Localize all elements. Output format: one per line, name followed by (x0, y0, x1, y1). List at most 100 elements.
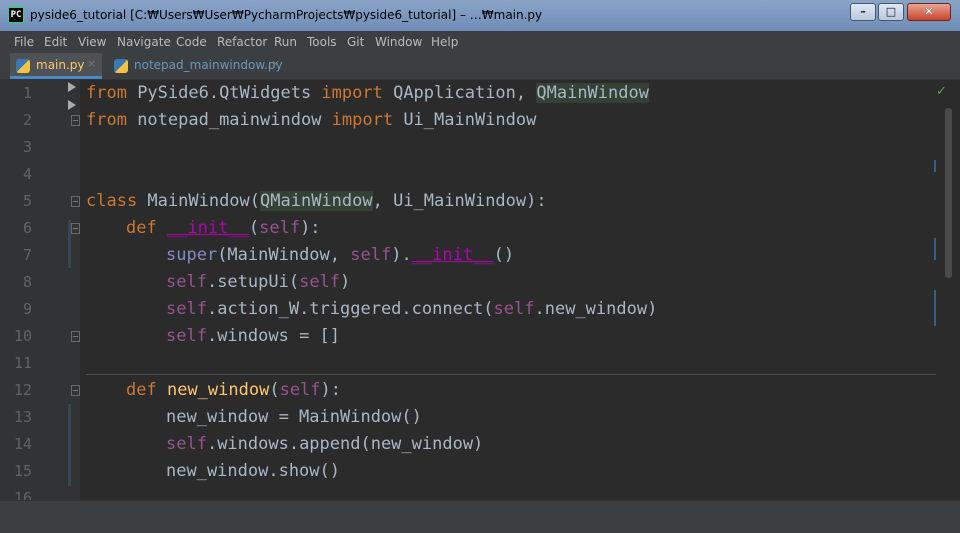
status-bar (0, 500, 960, 533)
maximize-button[interactable]: □ (878, 3, 904, 21)
tab-main-py[interactable]: main.py × (10, 53, 102, 79)
code-line-7: super(MainWindow, self).__init__() (166, 242, 514, 269)
inspection-ok-icon[interactable]: ✓ (936, 84, 948, 99)
menu-code[interactable]: Code (176, 35, 207, 49)
line-number: 6 (22, 219, 32, 237)
code-text: ): (320, 380, 342, 400)
line-number: 9 (22, 300, 32, 318)
line-number: 2 (22, 111, 32, 129)
run-arrow-icon[interactable] (68, 100, 76, 110)
keyword: from (86, 83, 127, 103)
window-titlebar[interactable]: PC pyside6_tutorial [C:₩Users₩User₩Pycha… (0, 0, 960, 32)
close-icon: ✕ (924, 5, 934, 18)
fold-icon[interactable] (71, 331, 80, 342)
code-text-highlighted: QMainWindow (260, 191, 373, 211)
code-line-5: class MainWindow(QMainWindow, Ui_MainWin… (86, 188, 547, 215)
code-text: ): (300, 218, 321, 238)
self-keyword: self (299, 272, 341, 292)
self-keyword: self (166, 299, 207, 319)
menu-navigate[interactable]: Navigate (117, 35, 171, 49)
self-keyword: self (166, 434, 207, 454)
code-line-12: def new_window(self): (126, 377, 341, 404)
change-marker[interactable] (934, 160, 936, 172)
self-keyword: self (259, 218, 301, 238)
close-button[interactable]: ✕ (907, 3, 951, 21)
code-text: ). (391, 245, 412, 265)
menu-run[interactable]: Run (274, 35, 297, 49)
line-number: 13 (13, 408, 32, 426)
minimize-button[interactable]: – (850, 3, 876, 21)
line-number: 11 (13, 354, 32, 372)
code-text: , Ui_MainWindow): (372, 191, 547, 211)
menu-git[interactable]: Git (347, 35, 364, 49)
keyword: def (126, 218, 157, 238)
pycharm-app-icon: PC (8, 7, 24, 23)
tab-close-icon[interactable]: × (271, 57, 280, 70)
vertical-scrollbar-thumb[interactable] (945, 108, 952, 278)
self-keyword: self (279, 380, 321, 400)
code-text: ( (269, 380, 280, 400)
code-text: .windows = [] (206, 326, 341, 346)
code-editor[interactable]: from PySide6.QtWidgets import QApplicati… (80, 80, 936, 500)
code-line-8: self.setupUi(self) (166, 269, 350, 296)
builtin: super (166, 245, 218, 265)
menu-refactor[interactable]: Refactor (217, 35, 267, 49)
fold-icon[interactable] (71, 385, 80, 396)
code-text: .windows.append(new_window) (206, 434, 484, 454)
code-line-13: new_window = MainWindow() (166, 404, 422, 431)
tab-label: notepad_mainwindow.py (134, 58, 283, 72)
change-marker[interactable] (934, 290, 936, 326)
code-text: .action_W.triggered.connect( (206, 299, 494, 319)
code-line-15: new_window.show() (166, 458, 340, 485)
python-file-icon (16, 59, 30, 73)
code-text-highlighted: QMainWindow (536, 83, 649, 103)
code-line-14: self.windows.append(new_window) (166, 431, 483, 458)
python-file-icon (114, 59, 128, 73)
keyword: def (126, 380, 157, 400)
menu-help[interactable]: Help (431, 35, 458, 49)
code-text: .new_window) (534, 299, 658, 319)
self-keyword: self (493, 299, 535, 319)
menu-window[interactable]: Window (375, 35, 422, 49)
menu-file[interactable]: File (14, 35, 34, 49)
line-number: 10 (13, 327, 32, 345)
code-text: ) (340, 272, 351, 292)
vcs-change-marker[interactable] (68, 220, 71, 268)
line-number: 7 (22, 246, 32, 264)
line-number-gutter[interactable]: 1 2 3 4 5 6 7 8 9 10 11 12 13 14 15 16 (0, 80, 80, 507)
code-text: new_window = MainWindow() (166, 407, 422, 427)
method-separator (86, 374, 936, 375)
fold-icon[interactable] (71, 196, 80, 207)
code-text: () (493, 245, 515, 265)
code-line-10: self.windows = [] (166, 323, 340, 350)
run-arrow-icon[interactable] (68, 82, 76, 92)
magic-method: __init__ (166, 218, 249, 238)
menu-view[interactable]: View (78, 35, 106, 49)
code-text: PySide6.QtWidgets (126, 83, 322, 103)
keyword: class (86, 191, 138, 211)
editor-tab-bar: main.py × notepad_mainwindow.py × (0, 53, 960, 80)
code-line-6: def __init__(self): (126, 215, 321, 242)
change-marker[interactable] (934, 238, 936, 260)
menu-bar: File Edit View Navigate Code Refactor Ru… (0, 31, 960, 53)
line-number: 14 (13, 435, 32, 453)
fold-icon[interactable] (71, 223, 80, 234)
window-title: pyside6_tutorial [C:₩Users₩User₩PycharmP… (30, 8, 543, 22)
menu-tools[interactable]: Tools (307, 35, 337, 49)
line-number: 1 (22, 84, 32, 102)
line-number: 4 (22, 165, 32, 183)
keyword: import (321, 83, 383, 103)
vcs-change-marker[interactable] (68, 404, 71, 486)
fold-icon[interactable] (71, 115, 80, 126)
line-number: 8 (22, 273, 32, 291)
tab-notepad-mainwindow-py[interactable]: notepad_mainwindow.py × (108, 53, 286, 79)
self-keyword: self (166, 272, 207, 292)
code-text: (MainWindow, (217, 245, 351, 265)
code-text: new_window.show() (166, 461, 340, 481)
menu-edit[interactable]: Edit (44, 35, 67, 49)
keyword: import (331, 110, 394, 130)
tab-label: main.py (36, 58, 85, 72)
tab-close-icon[interactable]: × (87, 57, 96, 70)
self-keyword: self (350, 245, 392, 265)
